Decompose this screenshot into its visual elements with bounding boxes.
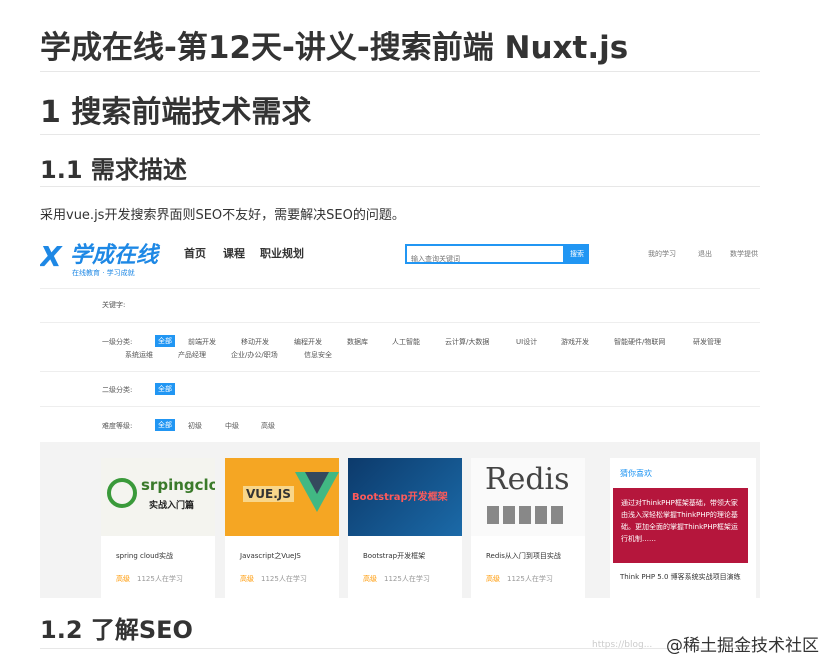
level1-item[interactable]: 游戏开发: [561, 337, 589, 347]
level1-item[interactable]: 前端开发: [188, 337, 216, 347]
level1-item[interactable]: 编程开发: [294, 337, 322, 347]
nav-home[interactable]: 首页: [184, 245, 206, 261]
course-card[interactable]: Bootstrap开发框架 Bootstrap开发框架 高级 1125人在学习: [348, 458, 462, 598]
heading-1-2: 1.2 了解SEO: [40, 616, 193, 644]
recommend-banner[interactable]: 通过对ThinkPHP框架基础，带领大家由浅入深轻松掌握ThinkPHP的理论基…: [613, 488, 748, 563]
logo-text: 学成在线: [70, 243, 159, 268]
link-teaching[interactable]: 数学提供: [730, 249, 758, 259]
keyword-label: 关键字:: [102, 301, 126, 309]
search-box: [405, 244, 565, 267]
divider: [40, 71, 760, 72]
course-level: 高级: [116, 575, 130, 583]
course-card[interactable]: Redis Redis从入门到项目实战 高级 1125人在学习: [471, 458, 585, 598]
thumb-title: srpingcloud: [141, 476, 215, 494]
course-thumbnail: VUE.JS: [225, 458, 339, 536]
course-level: 高级: [486, 575, 500, 583]
level1-item[interactable]: 全部: [155, 335, 175, 347]
embedded-screenshot: X 学成在线 在线教育 · 学习成就 首页 课程 职业规划 搜索 我的学习 退出…: [40, 232, 760, 598]
watermark: @稀土掘金技术社区: [666, 636, 819, 656]
site-header: X 学成在线 在线教育 · 学习成就 首页 课程 职业规划 搜索 我的学习 退出…: [40, 232, 760, 289]
link-my-learning[interactable]: 我的学习: [648, 249, 676, 259]
level1-item[interactable]: 系统运维: [125, 350, 153, 360]
recommend-panel: 猜你喜欢 通过对ThinkPHP框架基础，带领大家由浅入深轻松掌握ThinkPH…: [610, 458, 756, 598]
course-thumbnail: Bootstrap开发框架: [348, 458, 462, 536]
banner-text: 通过对ThinkPHP框架基础，带领大家由浅入深轻松掌握ThinkPHP的理论基…: [621, 499, 738, 543]
level1-item[interactable]: 移动开发: [241, 337, 269, 347]
filter-difficulty-row: 难度等级: 全部 初级 中级 高级: [40, 407, 760, 442]
course-count: 1125人在学习: [384, 575, 430, 583]
course-card[interactable]: VUE.JS Javascript之VueJS 高级 1125人在学习: [225, 458, 339, 598]
difficulty-item[interactable]: 中级: [225, 421, 239, 431]
search-input[interactable]: [407, 251, 565, 267]
paragraph: 采用vue.js开发搜索界面则SEO不友好，需要解决SEO的问题。: [40, 208, 405, 223]
redis-cubes-icon: [487, 506, 567, 524]
course-name: Redis从入门到项目实战: [486, 552, 561, 560]
watermark-url: https://blog...: [592, 640, 653, 650]
course-level: 高级: [240, 575, 254, 583]
level1-item[interactable]: 智能硬件/物联网: [614, 337, 665, 347]
vue-logo-inner: [305, 472, 329, 494]
heading-1: 1 搜索前端技术需求: [40, 95, 312, 130]
recommend-title: 猜你喜欢: [620, 469, 652, 478]
course-count: 1125人在学习: [507, 575, 553, 583]
course-thumbnail: Redis: [471, 458, 585, 536]
spring-leaf-icon: [107, 478, 137, 508]
course-name: Javascript之VueJS: [240, 552, 301, 560]
thumb-title: Bootstrap开发框架: [352, 492, 448, 503]
level2-label: 二级分类:: [102, 386, 133, 394]
thumb-subtitle: 实战入门篇: [149, 501, 195, 511]
nav-career[interactable]: 职业规划: [260, 245, 304, 261]
heading-1-1: 1.1 需求描述: [40, 156, 187, 184]
level1-item[interactable]: 数据库: [347, 337, 368, 347]
course-area: srpingcloud 实战入门篇 spring cloud实战 高级 1125…: [40, 442, 760, 598]
filter-level2-row: 二级分类: 全部: [40, 372, 760, 407]
logo-x-icon: X: [40, 240, 62, 273]
divider: [40, 186, 760, 187]
nav-courses[interactable]: 课程: [223, 245, 245, 261]
filter-keyword-row: 关键字:: [40, 288, 760, 323]
course-card[interactable]: srpingcloud 实战入门篇 spring cloud实战 高级 1125…: [101, 458, 215, 598]
difficulty-item[interactable]: 全部: [155, 419, 175, 431]
level1-item[interactable]: 云计算/大数据: [445, 337, 489, 347]
course-count: 1125人在学习: [137, 575, 183, 583]
difficulty-item[interactable]: 高级: [261, 421, 275, 431]
search-button[interactable]: 搜索: [565, 244, 589, 264]
course-name: Bootstrap开发框架: [363, 552, 426, 560]
course-thumbnail: srpingcloud 实战入门篇: [101, 458, 215, 536]
thumb-title: Redis: [485, 462, 570, 497]
difficulty-item[interactable]: 初级: [188, 421, 202, 431]
level1-item[interactable]: 研发管理: [693, 337, 721, 347]
link-logout[interactable]: 退出: [698, 249, 712, 259]
site-logo[interactable]: X 学成在线 在线教育 · 学习成就: [40, 240, 170, 280]
course-level: 高级: [363, 575, 377, 583]
difficulty-label: 难度等级:: [102, 422, 133, 430]
divider: [40, 134, 760, 135]
level1-item[interactable]: 产品经理: [178, 350, 206, 360]
course-count: 1125人在学习: [261, 575, 307, 583]
recommend-course-name[interactable]: Think PHP 5.0 博客系统实战项目演练: [620, 572, 745, 583]
thumb-title: VUE.JS: [243, 486, 294, 502]
document-title: 学成在线-第12天-讲义-搜索前端 Nuxt.js: [40, 30, 629, 66]
filter-level1-row: 一级分类: 全部 前端开发 移动开发 编程开发 数据库 人工智能 云计算/大数据…: [40, 323, 760, 372]
course-name: spring cloud实战: [116, 552, 173, 560]
level1-label: 一级分类:: [102, 338, 133, 346]
level1-item[interactable]: 企业/办公/职场: [231, 350, 278, 360]
level1-item[interactable]: 信息安全: [304, 350, 332, 360]
logo-subtitle: 在线教育 · 学习成就: [72, 269, 135, 277]
level2-item[interactable]: 全部: [155, 383, 175, 395]
level1-item[interactable]: 人工智能: [392, 337, 420, 347]
level1-item[interactable]: UI设计: [516, 337, 537, 347]
